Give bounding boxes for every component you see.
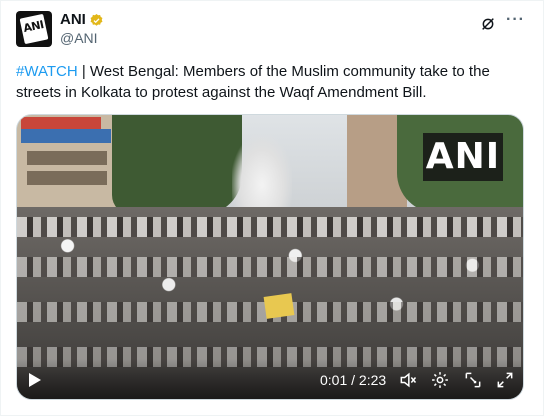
author-block: ANI @ANI <box>60 11 104 47</box>
mute-icon[interactable] <box>398 370 418 390</box>
handle[interactable]: @ANI <box>60 29 104 47</box>
time-separator: / <box>347 372 359 388</box>
display-name[interactable]: ANI <box>60 11 86 29</box>
settings-icon[interactable] <box>430 370 450 390</box>
verified-badge-icon <box>90 13 103 26</box>
video-player[interactable]: ANI 0:01 / 2:23 <box>16 114 524 400</box>
time-current: 0:01 <box>320 372 348 388</box>
time-total: 2:23 <box>358 372 387 388</box>
tweet-body: | West Bengal: Members of the Muslim com… <box>16 63 490 101</box>
video-frame-placard <box>263 293 295 319</box>
play-icon[interactable] <box>29 373 41 387</box>
video-controls: 0:01 / 2:23 <box>17 359 523 399</box>
watermark-logo: ANI <box>423 133 503 181</box>
grok-icon[interactable] <box>480 16 496 32</box>
video-frame-building <box>17 115 127 215</box>
fullscreen-icon[interactable] <box>495 370 515 390</box>
more-icon[interactable]: ··· <box>506 12 524 32</box>
avatar-logo: ANI <box>19 13 49 45</box>
avatar[interactable]: ANI <box>16 11 52 47</box>
picture-in-picture-icon[interactable] <box>463 370 483 390</box>
hashtag-link[interactable]: #WATCH <box>16 63 78 80</box>
tweet-card[interactable]: ANI ANI @ANI ··· #WATCH | West Bengal: M… <box>0 0 544 416</box>
tweet-text: #WATCH | West Bengal: Members of the Mus… <box>16 61 530 103</box>
video-time: 0:01 / 2:23 <box>320 372 386 388</box>
tweet-header: ANI ANI @ANI ··· <box>16 11 530 47</box>
video-frame-trees <box>112 115 242 215</box>
